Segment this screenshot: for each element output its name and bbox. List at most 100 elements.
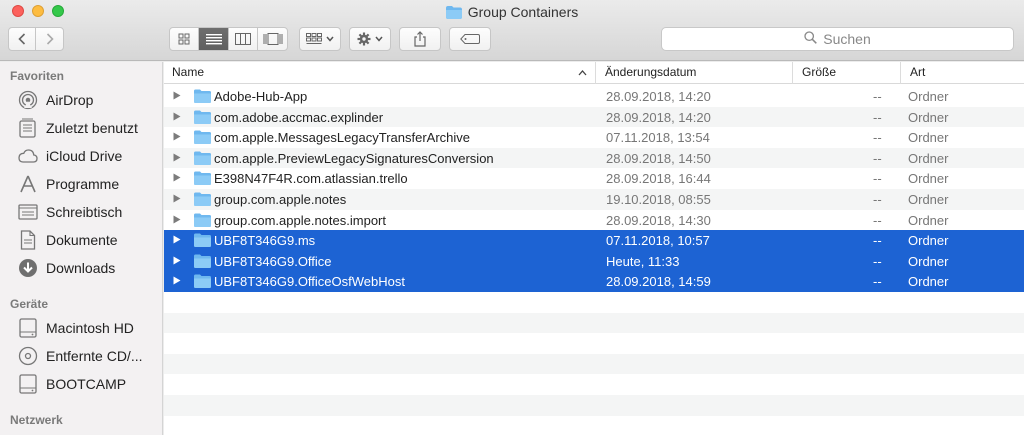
empty-row [164,353,1024,375]
file-date: Heute, 11:33 [606,253,680,269]
disclosure-triangle-icon[interactable] [173,153,181,164]
disclosure-triangle-icon[interactable] [173,235,181,246]
list-icon [205,34,222,45]
share-button[interactable] [399,27,441,51]
documents-icon [18,230,38,250]
table-row[interactable]: group.com.apple.notes 19.10.2018, 08:55 --… [164,188,1024,210]
table-row[interactable]: com.adobe.accmac.explinder 28.09.2018, 14… [164,106,1024,128]
file-rows: Adobe-Hub-App 28.09.2018, 14:20 -- Ordner co… [164,86,1024,435]
file-kind: Ordner [908,212,949,228]
column-header-date[interactable]: Änderungsdatum [597,62,793,84]
file-name: group.com.apple.notes [214,191,347,207]
back-button[interactable] [9,28,36,50]
table-row[interactable]: UBF8T346G9.Office Heute, 11:33 -- Ordner [164,250,1024,272]
empty-row [164,312,1024,334]
icon-view-button[interactable] [170,28,199,50]
gallery-view-button[interactable] [258,28,287,50]
desktop-icon [18,202,38,222]
sidebar-item-applications[interactable]: Programme [18,173,119,195]
downloads-icon [18,258,38,278]
file-size: -- [873,171,882,187]
column-header-size[interactable]: Größe [794,62,901,84]
view-mode-switcher [169,27,288,51]
disclosure-triangle-icon[interactable] [173,276,181,287]
disclosure-triangle-icon[interactable] [173,256,181,267]
grid-icon [178,33,190,45]
gear-icon [357,32,371,46]
sidebar-item-airdrop[interactable]: AirDrop [18,89,93,111]
file-list: Name Änderungsdatum Größe Art Adobe-Hub-… [164,62,1024,435]
disclosure-triangle-icon[interactable] [173,215,181,226]
action-menu-button[interactable] [349,27,391,51]
sidebar-item-remote-disc[interactable]: Entfernte CD/... [18,345,142,367]
file-name: com.adobe.accmac.explinder [214,109,384,125]
disclosure-triangle-icon[interactable] [173,112,181,123]
sidebar-item-desktop[interactable]: Schreibtisch [18,201,122,223]
table-row[interactable]: group.com.apple.notes.import 28.09.2018, … [164,210,1024,231]
table-row[interactable]: UBF8T346G9.OfficeOsfWebHost 28.09.2018, 1… [164,271,1024,292]
sidebar-item-label: BOOTCAMP [46,376,127,392]
sidebar-item-label: Dokumente [46,232,118,248]
disclosure-triangle-icon[interactable] [173,132,181,143]
sidebar-item-label: Macintosh HD [46,320,134,336]
sidebar-item-label: Zuletzt benutzt [46,120,138,136]
search-field[interactable]: Suchen [661,27,1014,51]
table-row[interactable]: E398N47F4R.com.atlassian.trello 28.09.201… [164,168,1024,189]
sidebar-item-recents[interactable]: Zuletzt benutzt [18,117,138,139]
sidebar-section-network: Netzwerk [10,413,63,427]
forward-button[interactable] [36,28,63,50]
column-header-kind[interactable]: Art [902,62,1024,84]
columns-icon [235,33,251,45]
folder-icon [194,192,211,209]
list-view-button[interactable] [199,28,229,50]
optical-disc-icon [18,346,38,366]
disk-icon [18,318,38,338]
sidebar-item-downloads[interactable]: Downloads [18,257,115,279]
empty-row [164,394,1024,416]
sidebar-item-icloud-drive[interactable]: iCloud Drive [18,145,122,167]
table-row[interactable]: com.apple.PreviewLegacySignaturesConvers… [164,147,1024,169]
search-placeholder: Suchen [823,31,871,47]
chevron-right-icon [46,33,54,45]
folder-icon [194,254,211,271]
empty-row [164,416,1024,435]
file-name: UBF8T346G9.OfficeOsfWebHost [214,274,405,290]
sidebar-item-label: iCloud Drive [46,148,123,164]
tags-button[interactable] [449,27,491,51]
column-view-button[interactable] [229,28,258,50]
sidebar-section-favorites: Favoriten [10,69,65,83]
table-row[interactable]: com.apple.MessagesLegacyTransferArchive 0… [164,127,1024,148]
sidebar-item-label: Entfernte CD/... [46,348,143,364]
file-date: 28.09.2018, 16:44 [606,171,711,187]
group-by-button[interactable] [299,27,341,51]
file-date: 07.11.2018, 10:57 [606,233,710,249]
share-icon [414,31,426,47]
column-header-label: Größe [802,65,837,79]
file-size: -- [873,253,882,269]
list-header: Name Änderungsdatum Größe Art [164,62,1024,84]
sidebar-item-macintosh-hd[interactable]: Macintosh HD [18,317,134,339]
disk-icon [18,374,38,394]
column-header-name[interactable]: Name [164,62,596,84]
file-name: group.com.apple.notes.import [214,212,386,228]
window-title-text: Group Containers [467,4,579,20]
table-row[interactable]: UBF8T346G9.ms 07.11.2018, 10:57 -- Ordner [164,230,1024,251]
file-kind: Ordner [908,274,949,290]
table-row[interactable]: Adobe-Hub-App 28.09.2018, 14:20 -- Ordner [164,86,1024,107]
folder-icon [194,151,211,168]
gallery-icon [263,33,282,45]
folder-icon [194,110,211,127]
sidebar-item-documents[interactable]: Dokumente [18,229,118,251]
disclosure-triangle-icon[interactable] [173,173,181,184]
file-date: 28.09.2018, 14:20 [606,109,711,125]
file-date: 19.10.2018, 08:55 [606,191,711,207]
file-kind: Ordner [908,130,949,146]
sidebar: Favoriten AirDrop Zuletzt benutzt iCloud… [0,62,163,435]
chevron-down-icon [375,36,383,42]
file-kind: Ordner [908,150,949,166]
disclosure-triangle-icon[interactable] [173,194,181,205]
file-size: -- [873,109,882,125]
sidebar-item-bootcamp[interactable]: BOOTCAMP [18,373,126,395]
file-size: -- [873,89,882,104]
disclosure-triangle-icon[interactable] [173,91,181,102]
